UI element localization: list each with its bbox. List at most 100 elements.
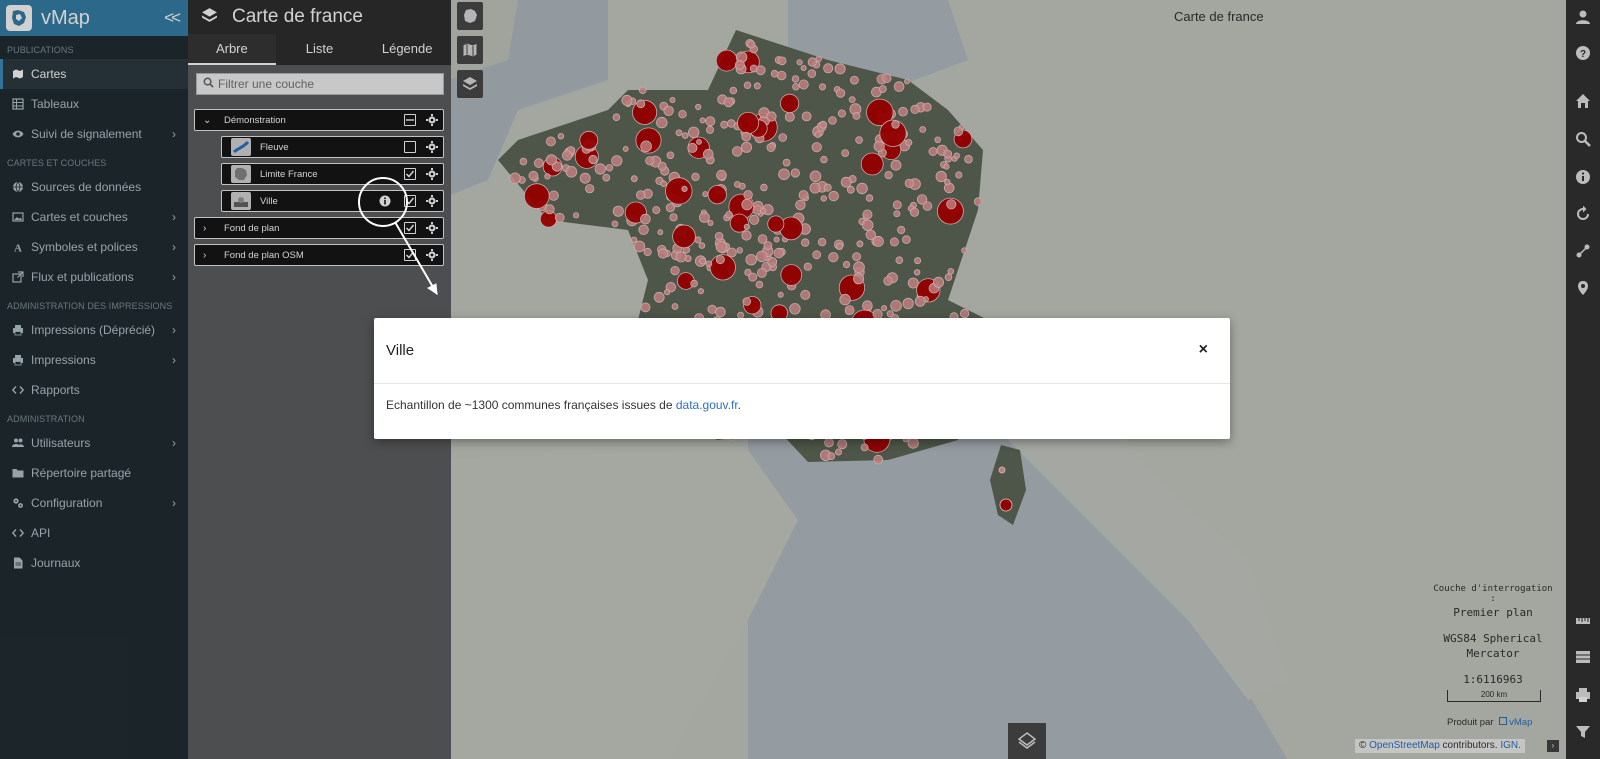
projection-label[interactable]: WGS84 Spherical Mercator <box>1433 631 1553 661</box>
layer-visibility-checkbox[interactable] <box>404 141 416 153</box>
info-icon[interactable] <box>379 195 391 207</box>
folder-icon <box>11 467 24 480</box>
city-dot <box>660 180 667 188</box>
sidebar-item-impressions-deprecie[interactable]: Impressions (Déprécié) › <box>0 315 188 345</box>
chevron-down-icon[interactable]: ⌄ <box>203 115 215 126</box>
sidebar-item-flux-et-publications[interactable]: Flux et publications › <box>0 262 188 292</box>
tree-group-demonstration[interactable]: ⌄ Démonstration <box>194 109 444 131</box>
city-dot <box>909 207 920 217</box>
layer-info-modal: Ville × Echantillon de ~1300 communes fr… <box>374 318 1230 439</box>
search-icon[interactable] <box>1566 124 1600 154</box>
tab-legende[interactable]: Légende <box>363 34 451 65</box>
sidebar-item-api[interactable]: API <box>0 518 188 548</box>
city-dot <box>533 158 544 168</box>
user-icon[interactable] <box>1566 2 1600 32</box>
sidebar-item-rapports[interactable]: Rapports <box>0 375 188 405</box>
gear-icon[interactable] <box>426 114 438 126</box>
city-dot <box>737 112 760 135</box>
sidebar-item-cartes-et-couches[interactable]: Cartes et couches › <box>0 202 188 232</box>
layer-visibility-checkbox[interactable] <box>404 195 416 207</box>
osm-link[interactable]: OpenStreetMap <box>1369 740 1440 751</box>
layer-visibility-checkbox[interactable] <box>404 222 416 234</box>
ruler-icon[interactable] <box>1566 606 1600 636</box>
close-icon[interactable]: × <box>1199 341 1208 359</box>
partial-check-icon[interactable] <box>404 114 416 126</box>
sidebar-item-journaux[interactable]: Journaux <box>0 548 188 578</box>
layer-visibility-checkbox[interactable] <box>404 168 416 180</box>
sidebar-item-symboles-et-polices[interactable]: A Symboles et polices › <box>0 232 188 262</box>
city-dot <box>741 198 753 211</box>
tab-arbre[interactable]: Arbre <box>188 34 276 65</box>
gear-icon[interactable] <box>426 195 438 207</box>
gear-icon[interactable] <box>426 249 438 261</box>
city-dot <box>698 242 706 249</box>
city-dot <box>837 109 846 118</box>
tree-layer-fleuve[interactable]: Fleuve <box>221 136 444 158</box>
sidebar-item-configuration[interactable]: Configuration › <box>0 488 188 518</box>
city-dot <box>699 257 707 265</box>
map-tool-layers-icon[interactable] <box>457 70 483 98</box>
city-dot <box>742 297 752 306</box>
city-dot <box>665 177 693 205</box>
city-dot <box>766 111 777 122</box>
vmap-link[interactable]: vMap <box>1509 717 1532 728</box>
info-icon[interactable] <box>1566 162 1600 192</box>
city-dot <box>812 250 822 260</box>
city-dot <box>884 171 893 180</box>
filter-icon[interactable] <box>1566 717 1600 747</box>
city-dot <box>801 238 810 247</box>
ign-link[interactable]: IGN. <box>1500 740 1521 751</box>
cogs-icon <box>11 497 24 510</box>
query-layer-value[interactable]: Premier plan <box>1433 606 1553 619</box>
sidebar-item-impressions[interactable]: Impressions › <box>0 345 188 375</box>
sidebar-item-utilisateurs[interactable]: Utilisateurs › <box>0 428 188 458</box>
city-dot <box>820 155 828 164</box>
attribution-toggle[interactable]: › <box>1547 740 1559 752</box>
sidebar-collapse-icon[interactable]: << <box>164 8 181 28</box>
gear-icon[interactable] <box>426 222 438 234</box>
marker-icon[interactable] <box>1566 273 1600 303</box>
map-tool-france-icon[interactable] <box>457 2 483 30</box>
print-icon[interactable] <box>1566 680 1600 710</box>
city-dot <box>873 140 885 152</box>
layer-thumbnail-icon <box>231 165 251 183</box>
layer-visibility-checkbox[interactable] <box>404 249 416 261</box>
home-icon[interactable] <box>1566 86 1600 116</box>
city-dot <box>773 236 780 243</box>
route-icon[interactable] <box>1566 236 1600 266</box>
map-tool-map-icon[interactable] <box>457 36 483 64</box>
chevron-right-icon[interactable]: › <box>203 250 215 261</box>
city-dot <box>741 230 752 241</box>
tree-group-fond-de-plan[interactable]: › Fond de plan <box>194 217 444 239</box>
layer-filter-input[interactable] <box>218 77 438 91</box>
chevron-right-icon: › <box>172 127 176 141</box>
tree-group-fond-de-plan-osm[interactable]: › Fond de plan OSM <box>194 244 444 266</box>
refresh-icon[interactable] <box>1566 199 1600 229</box>
table-icon <box>11 98 24 111</box>
svg-text:?: ? <box>1580 49 1586 60</box>
help-icon[interactable]: ? <box>1566 38 1600 68</box>
data-gouv-link[interactable]: data.gouv.fr <box>676 398 738 412</box>
tree-layer-limite-france[interactable]: Limite France <box>221 163 444 185</box>
sidebar-section-header: ADMINISTRATION DES IMPRESSIONS <box>7 301 173 311</box>
sidebar-item-tableaux[interactable]: Tableaux <box>0 89 188 119</box>
city-dot <box>694 236 702 244</box>
tree-layer-ville[interactable]: Ville <box>221 190 444 212</box>
basemap-switch-icon[interactable] <box>1008 723 1046 759</box>
sidebar-item-repertoire-partage[interactable]: Répertoire partagé <box>0 458 188 488</box>
chevron-right-icon[interactable]: › <box>203 223 215 234</box>
city-dot <box>846 185 855 194</box>
sidebar-item-sources-de-donnees[interactable]: Sources de données <box>0 172 188 202</box>
gear-icon[interactable] <box>426 141 438 153</box>
scale-bar: 200 km <box>1447 690 1541 702</box>
sidebar-item-cartes[interactable]: Cartes <box>0 59 188 89</box>
sidebar-item-suivi-de-signalement[interactable]: Suivi de signalement › <box>0 119 188 149</box>
city-dot <box>741 131 751 142</box>
app-name: vMap <box>41 6 90 29</box>
table-icon[interactable] <box>1566 642 1600 672</box>
city-dot <box>782 158 791 167</box>
tab-liste[interactable]: Liste <box>276 34 364 65</box>
city-dot <box>778 133 787 142</box>
city-dot <box>889 237 899 247</box>
gear-icon[interactable] <box>426 168 438 180</box>
